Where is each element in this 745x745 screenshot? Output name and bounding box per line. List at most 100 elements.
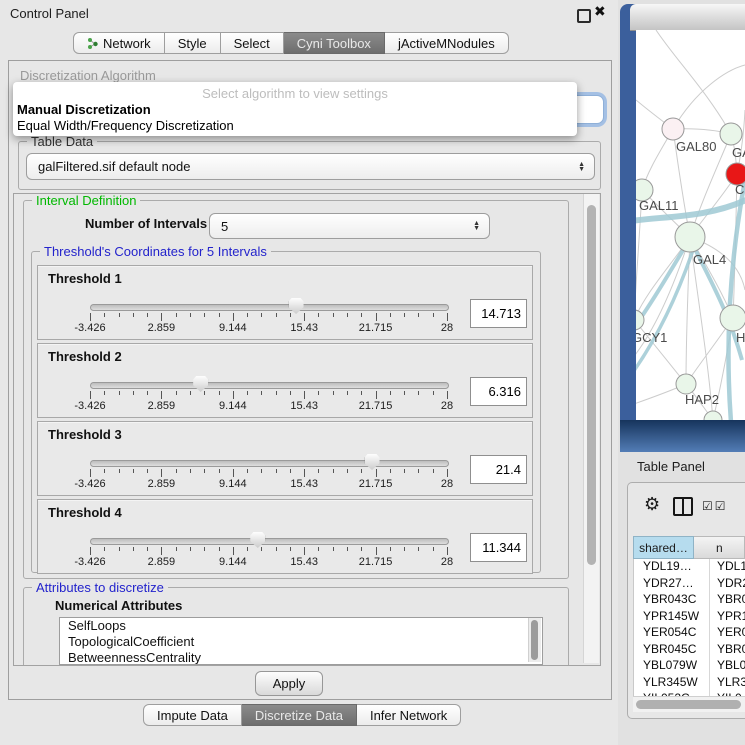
cell-shared-name: YBR043C — [634, 592, 710, 609]
network-node-label: GAL11 — [639, 198, 679, 213]
axis-tick-label: 15.43 — [290, 478, 318, 490]
network-edge[interactable] — [656, 30, 731, 134]
slider-track[interactable] — [90, 538, 449, 545]
table-row[interactable]: YPR145WYPR1 — [634, 609, 745, 626]
network-node-green[interactable] — [675, 222, 705, 252]
tab-cyni-toolbox[interactable]: Cyni Toolbox — [284, 32, 385, 54]
select-columns-checkboxes-icon[interactable]: ☑☑ — [702, 499, 728, 513]
cell-shared-name: YLR345W — [634, 675, 710, 692]
threshold-panel-3: Threshold 3-3.4262.8599.14415.4321.71528… — [37, 421, 533, 496]
number-of-intervals-value: 5 — [221, 219, 228, 234]
slider-axis-labels: -3.4262.8599.14415.4321.71528 — [90, 478, 447, 490]
screenshot-root: Control Panel ✖ NetworkStyleSelectCyni T… — [0, 0, 745, 745]
attributes-list-scrollbar[interactable] — [528, 618, 541, 662]
network-node-label: GAL80 — [676, 139, 716, 154]
slider-handle[interactable] — [365, 454, 380, 470]
apply-button[interactable]: Apply — [255, 671, 323, 696]
slider-handle[interactable] — [289, 298, 304, 314]
close-icon[interactable]: ✖ — [594, 4, 606, 20]
tab-infer-network[interactable]: Infer Network — [357, 704, 461, 726]
slider-track[interactable] — [90, 460, 449, 467]
axis-tick-label: 21.715 — [359, 400, 393, 412]
network-icon — [87, 37, 98, 50]
cyni-bottom-tab-bar: Impute DataDiscretize DataInfer Network — [143, 704, 461, 726]
network-node-green[interactable] — [720, 305, 745, 331]
attribute-list-item[interactable]: BetweennessCentrality — [60, 650, 542, 665]
scrollbar-thumb[interactable] — [531, 620, 538, 660]
attribute-list-item[interactable]: SelfLoops — [60, 618, 542, 634]
table-row[interactable]: YBR045CYBR0 — [634, 642, 745, 659]
cell-shared-name: YBR045C — [634, 642, 710, 659]
network-edge[interactable] — [673, 65, 745, 129]
split-columns-icon[interactable] — [673, 497, 693, 516]
control-panel-tab-bar: Network StyleSelect Cyni Toolbox jActiveMNo… — [73, 32, 509, 54]
table-row[interactable]: YBR043CYBR0 — [634, 592, 745, 609]
dropdown-item-manual-discretization[interactable]: Manual Discretization — [17, 102, 151, 117]
slider-track[interactable] — [90, 382, 449, 389]
threshold-label: Threshold 4 — [48, 505, 122, 520]
axis-tick-label: 15.43 — [290, 556, 318, 568]
table-row[interactable]: YDR27…YDR2 — [634, 576, 745, 593]
threshold-value-field[interactable]: 21.4 — [470, 455, 527, 484]
network-node-green[interactable] — [720, 123, 742, 145]
slider-track[interactable] — [90, 304, 449, 311]
table-row[interactable]: YBL079WYBL0 — [634, 658, 745, 675]
discretization-algorithm-group-label: Discretization Algorithm — [20, 68, 156, 83]
axis-tick-label: 15.43 — [290, 400, 318, 412]
network-edge-thick[interactable] — [728, 180, 745, 420]
column-header-name[interactable]: n — [694, 536, 745, 559]
threshold-value-field[interactable]: 11.344 — [470, 533, 527, 562]
slider-handle[interactable] — [193, 376, 208, 392]
table-row[interactable]: YER054CYER0 — [634, 625, 745, 642]
tab-jactivemnodules[interactable]: jActiveMNodules — [385, 32, 509, 54]
tab-discretize-data[interactable]: Discretize Data — [242, 704, 357, 726]
network-canvas[interactable]: GAL80GACGAL11GAL4GCY1HHAP2 — [636, 30, 745, 420]
network-node-green[interactable] — [676, 374, 696, 394]
cell-name: YDR2 — [710, 576, 745, 593]
cell-name: YPR1 — [710, 609, 745, 626]
tab-label: Network — [103, 36, 151, 51]
cell-name: YDL1 — [710, 559, 745, 576]
algorithm-dropdown-popup: Select algorithm to view settings Manual… — [13, 82, 577, 136]
network-node-green[interactable] — [704, 411, 722, 420]
scrollbar-thumb[interactable] — [587, 205, 596, 565]
tab-network[interactable]: Network — [73, 32, 165, 54]
tab-select[interactable]: Select — [221, 32, 284, 54]
column-header-shared-name[interactable]: shared… — [633, 536, 694, 559]
axis-tick-label: 28 — [441, 556, 453, 568]
table-row[interactable]: YDL19…YDL1 — [634, 559, 745, 576]
panel-scrollbar[interactable] — [583, 194, 599, 663]
threshold-panel-4: Threshold 4-3.4262.8599.14415.4321.71528… — [37, 499, 533, 574]
threshold-value-field[interactable]: 6.316 — [470, 377, 527, 406]
table-horizontal-scrollbar[interactable] — [633, 696, 745, 712]
dropdown-item-equal-width-frequency[interactable]: Equal Width/Frequency Discretization — [17, 118, 234, 133]
tab-style[interactable]: Style — [165, 32, 221, 54]
axis-tick-label: 2.859 — [148, 556, 176, 568]
threshold-value-field[interactable]: 14.713 — [470, 299, 527, 328]
cell-shared-name: YER054C — [634, 625, 710, 642]
network-node-label: C — [735, 182, 744, 197]
table-data-combobox[interactable]: galFiltered.sif default node ▲▼ — [26, 153, 595, 180]
network-node-pink[interactable] — [662, 118, 684, 140]
network-node-label: H — [736, 330, 745, 345]
cell-name: YBR0 — [710, 592, 745, 609]
network-node-label: GA — [732, 145, 745, 160]
tab-label: Cyni Toolbox — [297, 36, 371, 51]
attribute-list-item[interactable]: TopologicalCoefficient — [60, 634, 542, 650]
table-body[interactable]: YDL19…YDL1YDR27…YDR2YBR043CYBR0YPR145WYP… — [633, 559, 745, 696]
axis-tick-label: 2.859 — [148, 400, 176, 412]
dropdown-placeholder-item: Select algorithm to view settings — [13, 86, 577, 101]
cell-shared-name: YPR145W — [634, 609, 710, 626]
thresholds-group-label: Threshold's Coordinates for 5 Intervals — [40, 244, 271, 259]
float-window-icon[interactable] — [577, 9, 591, 23]
numerical-attributes-list[interactable]: SelfLoopsTopologicalCoefficientBetweenne… — [59, 617, 543, 665]
table-row[interactable]: YLR345WYLR3 — [634, 675, 745, 692]
cell-name: YER0 — [710, 625, 745, 642]
slider-axis-labels: -3.4262.8599.14415.4321.71528 — [90, 322, 447, 334]
axis-tick-label: 9.144 — [219, 322, 247, 334]
scrollbar-thumb[interactable] — [636, 700, 741, 709]
number-of-intervals-combobox[interactable]: 5 ▲▼ — [209, 213, 490, 239]
slider-handle[interactable] — [250, 532, 265, 548]
tab-impute-data[interactable]: Impute Data — [143, 704, 242, 726]
gear-icon[interactable]: ⚙ — [644, 494, 660, 515]
